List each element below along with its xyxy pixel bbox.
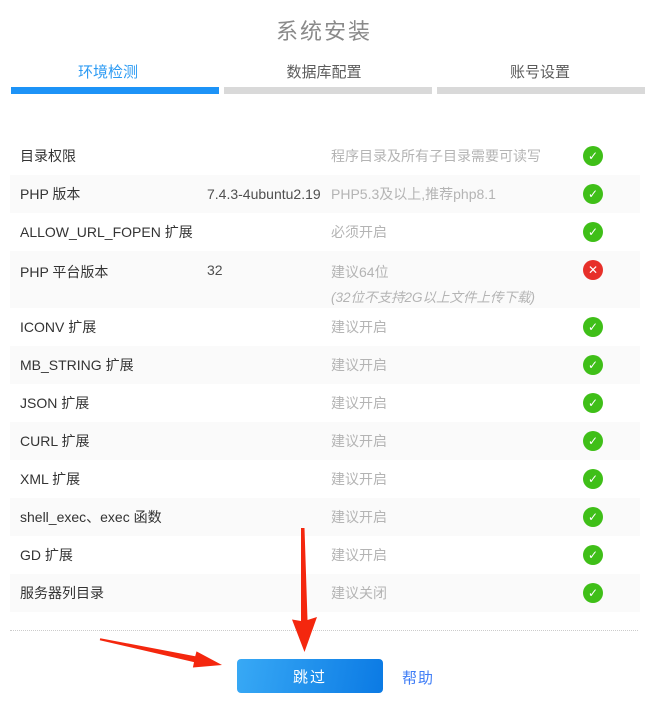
status-ok-icon: ✓: [583, 507, 603, 527]
check-value: 32: [207, 251, 331, 278]
help-link[interactable]: 帮助: [402, 667, 434, 688]
check-label: PHP 版本: [20, 184, 207, 204]
check-requirement: 建议开启: [331, 393, 583, 413]
requirement-text: 建议关闭: [331, 585, 387, 601]
step-progress-bar: [11, 87, 645, 94]
check-requirement: 建议开启: [331, 545, 583, 565]
requirement-note: (32位不支持2G以上文件上传下载): [331, 286, 583, 306]
footer-divider: [10, 630, 638, 631]
progress-segment-2: [437, 87, 645, 94]
check-row: CURL 扩展 建议开启 ✓: [10, 422, 640, 460]
status-ok-icon: ✓: [583, 545, 603, 565]
status-fail-icon: ✕: [583, 260, 603, 280]
check-row: GD 扩展 建议开启 ✓: [10, 536, 640, 574]
progress-segment-0: [11, 87, 219, 94]
step-tabs: 环境检测 数据库配置 账号设置: [0, 57, 648, 86]
requirement-text: 建议开启: [331, 547, 387, 563]
tab-label: 账号设置: [510, 64, 570, 81]
requirement-text: 程序目录及所有子目录需要可读写: [331, 148, 541, 164]
status-ok-icon: ✓: [583, 355, 603, 375]
check-value: 7.4.3-4ubuntu2.19: [207, 186, 331, 202]
check-requirement: 建议开启: [331, 355, 583, 375]
environment-check-table: 目录权限 程序目录及所有子目录需要可读写 ✓ PHP 版本 7.4.3-4ubu…: [10, 137, 640, 612]
check-row: PHP 平台版本 32 建议64位 (32位不支持2G以上文件上传下载) ✕: [10, 251, 640, 308]
check-row: 目录权限 程序目录及所有子目录需要可读写 ✓: [10, 137, 640, 175]
check-label: JSON 扩展: [20, 393, 207, 413]
check-requirement: 必须开启: [331, 222, 583, 242]
check-label: shell_exec、exec 函数: [20, 507, 207, 527]
requirement-text: 必须开启: [331, 224, 387, 240]
check-label: CURL 扩展: [20, 431, 207, 451]
skip-button[interactable]: 跳过: [237, 659, 383, 693]
requirement-text: 建议开启: [331, 433, 387, 449]
check-requirement: 建议开启: [331, 431, 583, 451]
tab-label: 环境检测: [78, 64, 138, 81]
check-label: 目录权限: [20, 146, 207, 166]
status-ok-icon: ✓: [583, 469, 603, 489]
check-row: 服务器列目录 建议关闭 ✓: [10, 574, 640, 612]
tab-2[interactable]: 账号设置: [432, 57, 648, 86]
check-requirement: PHP5.3及以上,推荐php8.1: [331, 184, 583, 204]
check-requirement: 建议64位 (32位不支持2G以上文件上传下载): [331, 251, 583, 306]
check-label: GD 扩展: [20, 545, 207, 565]
check-requirement: 程序目录及所有子目录需要可读写: [331, 146, 583, 166]
check-requirement: 建议关闭: [331, 583, 583, 603]
check-label: MB_STRING 扩展: [20, 355, 207, 375]
tab-0[interactable]: 环境检测: [0, 57, 216, 86]
check-row: PHP 版本 7.4.3-4ubuntu2.19 PHP5.3及以上,推荐php…: [10, 175, 640, 213]
status-ok-icon: ✓: [583, 431, 603, 451]
check-label: ALLOW_URL_FOPEN 扩展: [20, 222, 207, 242]
progress-segment-1: [224, 87, 432, 94]
check-row: ICONV 扩展 建议开启 ✓: [10, 308, 640, 346]
check-row: ALLOW_URL_FOPEN 扩展 必须开启 ✓: [10, 213, 640, 251]
requirement-text: 建议开启: [331, 319, 387, 335]
red-arrow-diagonal-icon: [100, 638, 222, 667]
status-ok-icon: ✓: [583, 583, 603, 603]
status-ok-icon: ✓: [583, 393, 603, 413]
requirement-text: 建议开启: [331, 357, 387, 373]
tab-1[interactable]: 数据库配置: [216, 57, 432, 86]
requirement-text: 建议开启: [331, 509, 387, 525]
check-label: PHP 平台版本: [20, 251, 207, 282]
check-label: XML 扩展: [20, 469, 207, 489]
requirement-text: PHP5.3及以上,推荐php8.1: [331, 186, 496, 202]
check-row: JSON 扩展 建议开启 ✓: [10, 384, 640, 422]
page-title: 系统安装: [0, 14, 648, 46]
check-requirement: 建议开启: [331, 317, 583, 337]
status-ok-icon: ✓: [583, 317, 603, 337]
status-ok-icon: ✓: [583, 184, 603, 204]
check-requirement: 建议开启: [331, 469, 583, 489]
status-ok-icon: ✓: [583, 222, 603, 242]
requirement-text: 建议开启: [331, 395, 387, 411]
requirement-text: 建议开启: [331, 471, 387, 487]
check-row: MB_STRING 扩展 建议开启 ✓: [10, 346, 640, 384]
status-ok-icon: ✓: [583, 146, 603, 166]
check-row: XML 扩展 建议开启 ✓: [10, 460, 640, 498]
check-label: ICONV 扩展: [20, 317, 207, 337]
check-row: shell_exec、exec 函数 建议开启 ✓: [10, 498, 640, 536]
requirement-text: 建议64位: [331, 264, 389, 280]
tab-label: 数据库配置: [286, 64, 361, 81]
check-label: 服务器列目录: [20, 583, 207, 603]
check-requirement: 建议开启: [331, 507, 583, 527]
